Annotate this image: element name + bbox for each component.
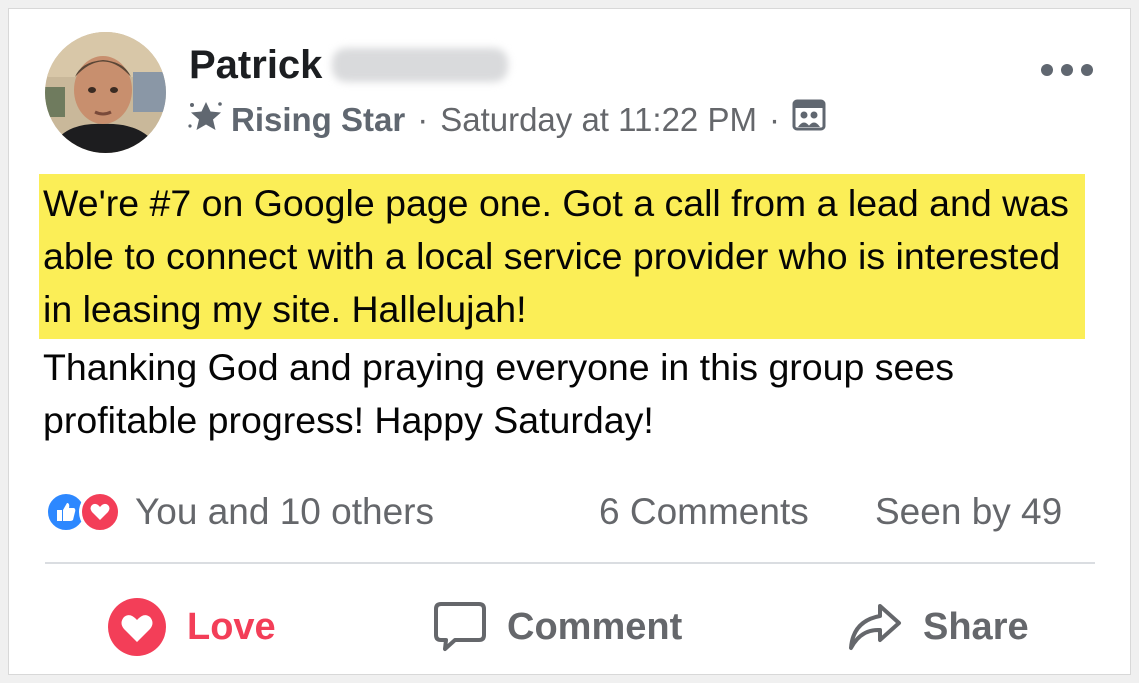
more-options-icon[interactable] [1041, 59, 1101, 81]
star-badge-icon [187, 99, 225, 141]
love-button[interactable]: Love [107, 597, 276, 657]
meta-separator: · [768, 101, 780, 138]
share-label: Share [923, 605, 1029, 648]
redacted-last-name [332, 48, 509, 82]
share-button[interactable]: Share [847, 599, 1029, 655]
post-card: Patrick Rising Star · Saturday at 11:22 … [8, 8, 1131, 675]
highlighted-text: We're #7 on Google page one. Got a call … [39, 174, 1085, 339]
comment-button[interactable]: Comment [433, 599, 682, 655]
comment-bubble-icon [433, 601, 487, 653]
comment-label: Comment [507, 605, 683, 648]
meta-separator: · [417, 101, 429, 138]
love-label: Love [187, 605, 276, 648]
avatar[interactable] [45, 32, 166, 153]
author-name[interactable]: Patrick [189, 41, 509, 89]
badge-label[interactable]: Rising Star [231, 101, 405, 139]
reactions-count[interactable]: You and 10 others [135, 491, 434, 533]
post-meta: Rising Star · Saturday at 11:22 PM · [187, 99, 828, 141]
seen-by-count[interactable]: Seen by 49 [875, 489, 1062, 535]
avatar-photo [45, 32, 166, 153]
author-first-name[interactable]: Patrick [189, 43, 322, 88]
share-arrow-icon [847, 601, 903, 653]
love-reaction-icon [79, 491, 121, 533]
comments-count[interactable]: 6 Comments [599, 489, 809, 535]
post-timestamp[interactable]: Saturday at 11:22 PM [440, 101, 757, 139]
reactions-summary[interactable]: You and 10 others [45, 489, 434, 535]
divider [45, 562, 1095, 564]
heart-icon [107, 597, 167, 657]
post-text: Thanking God and praying everyone in thi… [43, 346, 954, 441]
group-audience-icon[interactable] [792, 99, 828, 141]
post-body: We're #7 on Google page one. Got a call … [39, 174, 1113, 447]
